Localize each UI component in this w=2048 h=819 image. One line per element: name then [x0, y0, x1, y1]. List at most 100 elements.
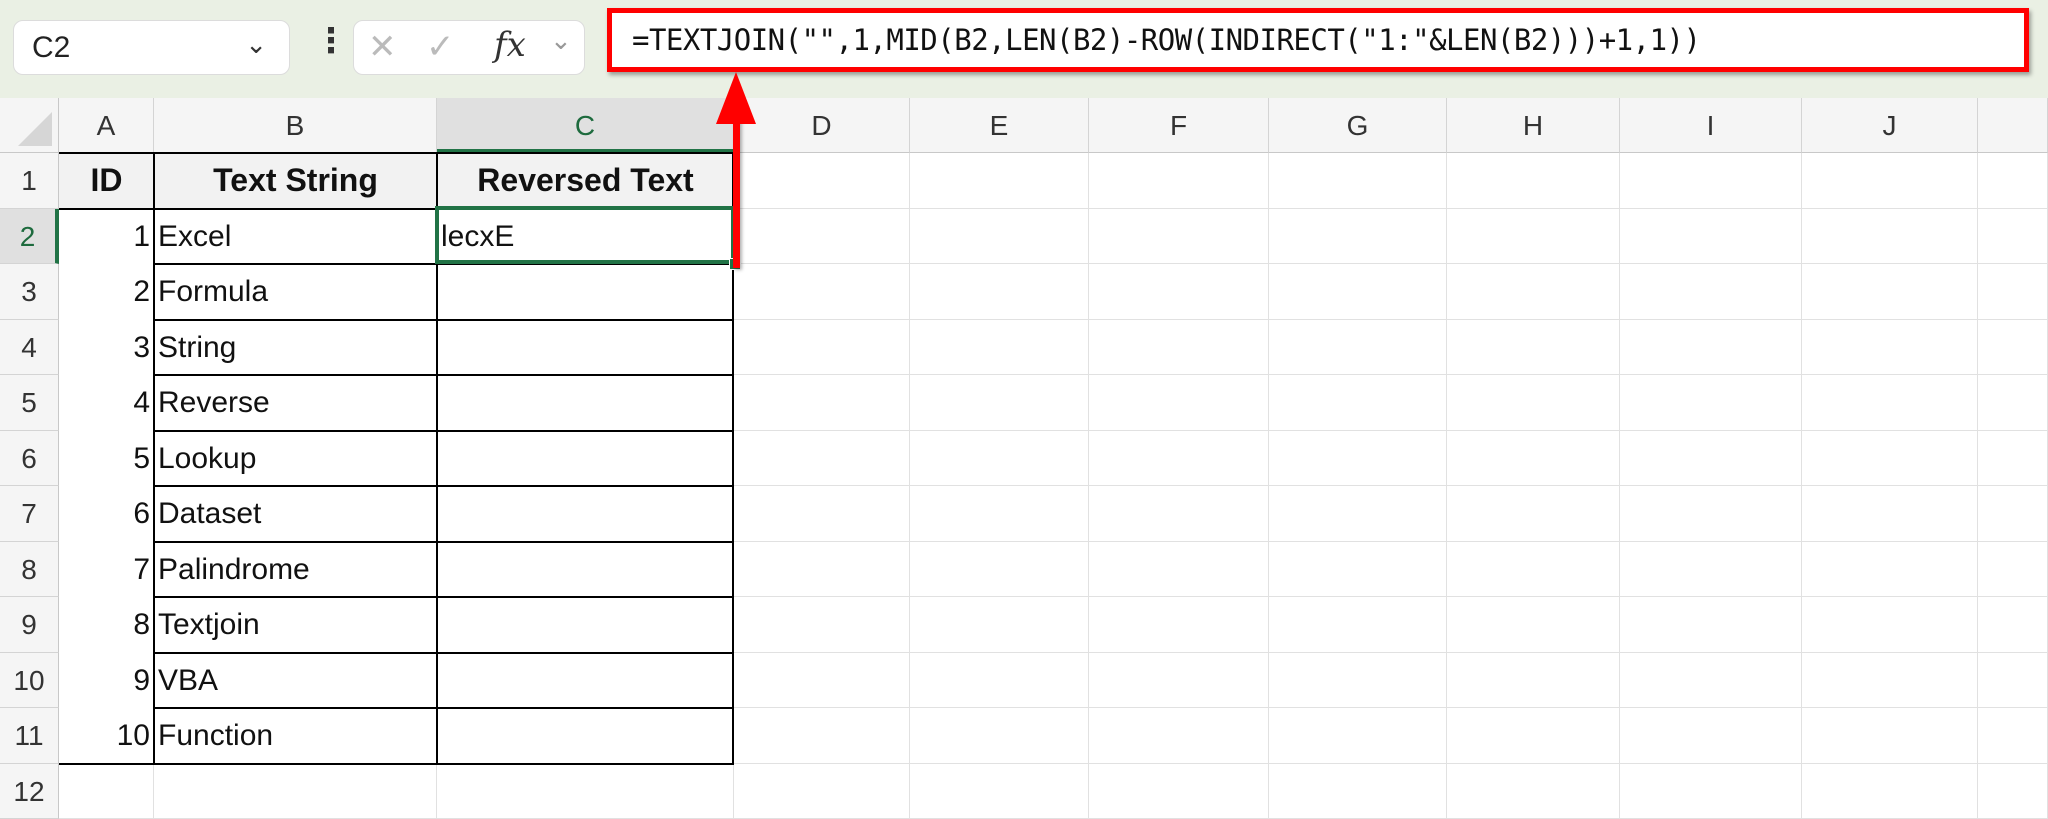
cell[interactable]: [1447, 764, 1620, 819]
row-header-5[interactable]: 5: [0, 375, 59, 431]
table-cell-reversed[interactable]: [437, 264, 734, 320]
cell[interactable]: [154, 764, 437, 819]
column-header-j[interactable]: J: [1802, 98, 1978, 153]
cell[interactable]: [1269, 597, 1447, 653]
cell[interactable]: [1447, 542, 1620, 598]
cell[interactable]: [1802, 209, 1978, 265]
cell[interactable]: [1269, 320, 1447, 376]
cell[interactable]: [1089, 486, 1269, 542]
table-cell-id[interactable]: 3: [59, 320, 154, 376]
table-cell-id[interactable]: 2: [59, 264, 154, 320]
enter-icon[interactable]: ✓: [426, 27, 455, 67]
cell[interactable]: [910, 320, 1089, 376]
cell[interactable]: [1447, 209, 1620, 265]
cell[interactable]: [734, 264, 910, 320]
cell[interactable]: [734, 597, 910, 653]
cell[interactable]: [1089, 653, 1269, 709]
table-cell-id[interactable]: 6: [59, 486, 154, 542]
cell[interactable]: [1269, 209, 1447, 265]
table-cell-text[interactable]: Formula: [154, 264, 437, 320]
row-header-9[interactable]: 9: [0, 597, 59, 653]
column-header-c[interactable]: C: [437, 98, 734, 153]
cell[interactable]: [1089, 153, 1269, 209]
formula-input[interactable]: =TEXTJOIN("",1,MID(B2,LEN(B2)-ROW(INDIRE…: [607, 8, 2029, 72]
cell[interactable]: [1447, 153, 1620, 209]
cell[interactable]: [1447, 264, 1620, 320]
cell[interactable]: [1978, 542, 2048, 598]
table-cell-reversed[interactable]: [437, 708, 734, 764]
cell[interactable]: [910, 653, 1089, 709]
cell[interactable]: [734, 764, 910, 819]
table-cell-text[interactable]: Excel: [154, 209, 437, 265]
table-cell-reversed[interactable]: [437, 597, 734, 653]
table-cell-id[interactable]: 7: [59, 542, 154, 598]
cell[interactable]: [734, 542, 910, 598]
cell[interactable]: [1978, 153, 2048, 209]
table-cell-reversed[interactable]: [437, 486, 734, 542]
cell[interactable]: [1269, 764, 1447, 819]
table-cell-id[interactable]: 4: [59, 375, 154, 431]
row-header-11[interactable]: 11: [0, 708, 59, 764]
cell[interactable]: [1620, 764, 1802, 819]
cell[interactable]: [1802, 431, 1978, 487]
cell[interactable]: [1620, 153, 1802, 209]
cell[interactable]: [1620, 209, 1802, 265]
column-header-d[interactable]: D: [734, 98, 910, 153]
cell[interactable]: [734, 653, 910, 709]
cell[interactable]: [1802, 153, 1978, 209]
cell[interactable]: [1802, 375, 1978, 431]
cell[interactable]: [734, 708, 910, 764]
cell[interactable]: [1620, 264, 1802, 320]
cancel-icon[interactable]: ✕: [368, 27, 397, 67]
cell[interactable]: [734, 153, 910, 209]
cell[interactable]: [910, 209, 1089, 265]
cell[interactable]: [1447, 320, 1620, 376]
table-cell-text[interactable]: Reverse: [154, 375, 437, 431]
cell[interactable]: [910, 153, 1089, 209]
column-header-i[interactable]: I: [1620, 98, 1802, 153]
cell[interactable]: [1978, 486, 2048, 542]
cell[interactable]: [1978, 209, 2048, 265]
cell[interactable]: [1620, 542, 1802, 598]
table-cell-id[interactable]: 9: [59, 653, 154, 709]
name-box[interactable]: C2 ⌄: [13, 20, 290, 75]
cell[interactable]: [1089, 542, 1269, 598]
cell[interactable]: [1269, 486, 1447, 542]
cell[interactable]: [1447, 708, 1620, 764]
cell[interactable]: [734, 375, 910, 431]
cell[interactable]: [1978, 764, 2048, 819]
cell[interactable]: [1978, 375, 2048, 431]
table-cell-id[interactable]: 1: [59, 209, 154, 265]
column-header-f[interactable]: F: [1089, 98, 1269, 153]
cell[interactable]: [1447, 486, 1620, 542]
chevron-down-icon[interactable]: ⌄: [550, 25, 572, 56]
column-header-k[interactable]: [1978, 98, 2048, 153]
cell[interactable]: [910, 486, 1089, 542]
cell[interactable]: [910, 708, 1089, 764]
table-cell-reversed[interactable]: [437, 653, 734, 709]
cell[interactable]: [1620, 708, 1802, 764]
cell[interactable]: [1978, 708, 2048, 764]
cell[interactable]: [1802, 708, 1978, 764]
table-cell-id[interactable]: 5: [59, 431, 154, 487]
cell[interactable]: [1620, 486, 1802, 542]
row-header-6[interactable]: 6: [0, 431, 59, 487]
column-header-g[interactable]: G: [1269, 98, 1447, 153]
row-header-2[interactable]: 2: [0, 209, 59, 265]
cell[interactable]: [1089, 431, 1269, 487]
table-cell-id[interactable]: 8: [59, 597, 154, 653]
cell[interactable]: [1620, 320, 1802, 376]
row-header-8[interactable]: 8: [0, 542, 59, 598]
table-cell-text[interactable]: Dataset: [154, 486, 437, 542]
cell[interactable]: [734, 486, 910, 542]
cell[interactable]: [1802, 486, 1978, 542]
table-cell-text[interactable]: VBA: [154, 653, 437, 709]
table-cell-text[interactable]: Function: [154, 708, 437, 764]
cell[interactable]: [1089, 764, 1269, 819]
table-cell-reversed[interactable]: [437, 542, 734, 598]
cell[interactable]: [1620, 597, 1802, 653]
cell[interactable]: [734, 320, 910, 376]
cell[interactable]: [1802, 264, 1978, 320]
cell[interactable]: [1447, 597, 1620, 653]
cell[interactable]: [910, 764, 1089, 819]
